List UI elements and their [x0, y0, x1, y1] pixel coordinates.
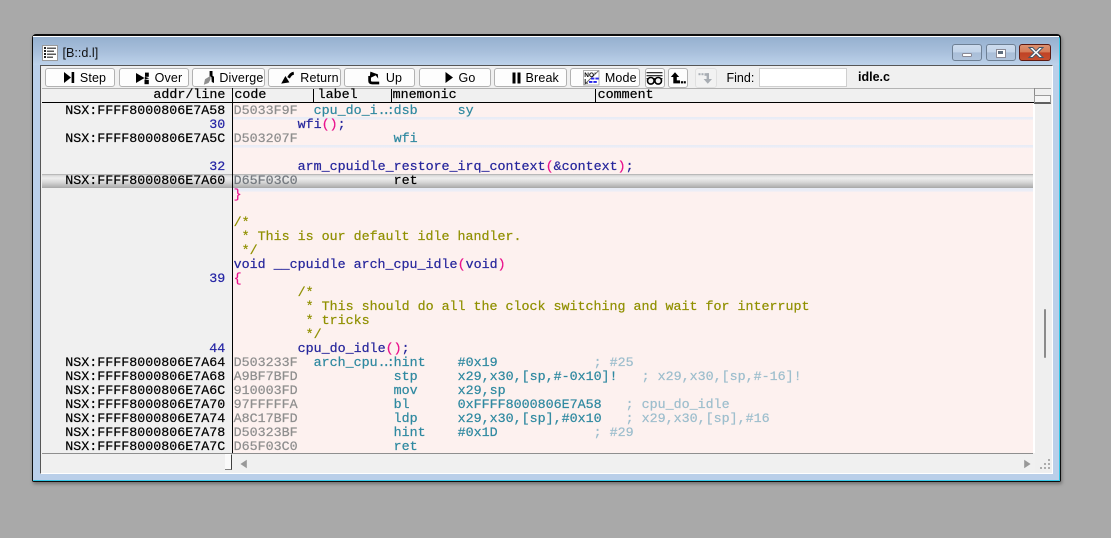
svg-text:L: L [584, 78, 588, 85]
